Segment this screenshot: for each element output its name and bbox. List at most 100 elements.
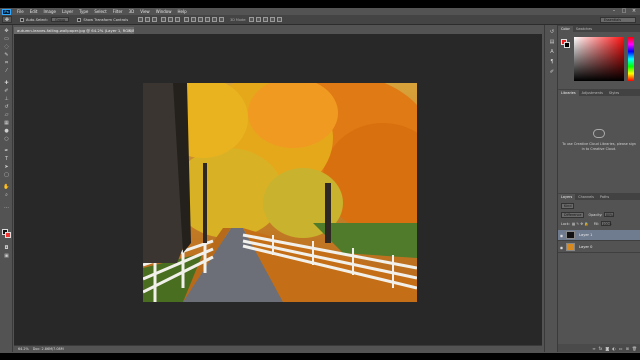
menu-view[interactable]: View xyxy=(140,9,150,14)
pen-tool-icon[interactable]: ✒ xyxy=(3,148,10,154)
distribute-vcenter-icon[interactable] xyxy=(191,17,197,22)
brush-tool-icon[interactable]: ✐ xyxy=(3,88,10,94)
tab-paths[interactable]: Paths xyxy=(597,194,612,200)
menu-file[interactable]: File xyxy=(17,9,24,14)
move-tool-icon[interactable]: ✥ xyxy=(3,28,10,34)
color-panel-background-swatch[interactable] xyxy=(564,42,570,48)
align-hcenter-icon[interactable] xyxy=(168,17,174,22)
auto-select-dropdown[interactable]: Group xyxy=(51,17,70,22)
visibility-eye-icon[interactable]: ◉ xyxy=(558,245,565,250)
distribute-top-icon[interactable] xyxy=(184,17,190,22)
menu-help[interactable]: Help xyxy=(177,9,186,14)
minimize-button[interactable]: – xyxy=(610,8,618,14)
menu-edit[interactable]: Edit xyxy=(30,9,38,14)
history-brush-tool-icon[interactable]: ↺ xyxy=(3,104,10,110)
3d-slide-icon[interactable] xyxy=(270,17,276,22)
blur-tool-icon[interactable]: ● xyxy=(3,128,10,134)
3d-rotate-icon[interactable] xyxy=(249,17,255,22)
3d-scale-icon[interactable] xyxy=(277,17,283,22)
workspace-switcher[interactable]: Essentials xyxy=(600,17,636,23)
layer-row-layer-0[interactable]: ◉ Layer 0 xyxy=(558,242,640,253)
distribute-left-icon[interactable] xyxy=(205,17,211,22)
tab-layers[interactable]: Layers xyxy=(558,194,576,200)
layer-row-layer-1[interactable]: ◉ Layer 1 xyxy=(558,230,640,241)
link-layers-icon[interactable]: ∞ xyxy=(592,346,595,351)
menu-3d[interactable]: 3D xyxy=(129,9,135,14)
history-panel-icon[interactable]: ↺ xyxy=(548,29,556,36)
hue-slider[interactable] xyxy=(628,37,634,81)
maximize-button[interactable]: □ xyxy=(620,8,628,14)
layer-name[interactable]: Layer 1 xyxy=(579,233,592,237)
document-image[interactable] xyxy=(143,83,417,302)
add-style-icon[interactable]: fx xyxy=(599,346,603,351)
auto-select-checkbox[interactable] xyxy=(20,17,24,22)
tab-color[interactable]: Color xyxy=(558,26,573,32)
zoom-level[interactable]: 64.2% xyxy=(18,347,29,351)
quick-select-tool-icon[interactable]: ✎ xyxy=(3,52,10,58)
shape-tool-icon[interactable]: ▢ xyxy=(3,172,10,178)
quick-mask-icon[interactable]: ◘ xyxy=(3,245,10,251)
tab-adjustments[interactable]: Adjustments xyxy=(579,90,606,96)
lasso-tool-icon[interactable]: ◌ xyxy=(3,44,10,50)
character-panel-icon[interactable]: A xyxy=(548,49,556,56)
document-tab-close-icon[interactable]: × xyxy=(128,27,134,34)
show-transform-checkbox[interactable] xyxy=(77,17,82,22)
blend-mode-dropdown[interactable]: Difference xyxy=(561,211,585,218)
background-color-swatch[interactable] xyxy=(5,232,11,238)
healing-brush-tool-icon[interactable]: ✚ xyxy=(3,80,10,86)
distribute-hcenter-icon[interactable] xyxy=(212,17,218,22)
opacity-field[interactable]: 80% xyxy=(604,212,615,217)
color-spectrum-field[interactable] xyxy=(574,37,624,81)
add-mask-icon[interactable]: ◙ xyxy=(605,346,609,351)
3d-roll-icon[interactable] xyxy=(256,17,262,22)
align-left-icon[interactable] xyxy=(161,17,167,22)
move-tool-preset-icon[interactable]: ✥ xyxy=(2,16,12,23)
screen-mode-icon[interactable]: ▣ xyxy=(3,253,10,259)
align-vcenter-icon[interactable] xyxy=(145,17,151,22)
tab-styles[interactable]: Styles xyxy=(606,90,622,96)
close-button[interactable]: × xyxy=(630,8,638,14)
crop-tool-icon[interactable]: ⌗ xyxy=(3,60,10,66)
dodge-tool-icon[interactable]: ○ xyxy=(3,136,10,142)
fill-field[interactable]: 100% xyxy=(601,221,612,226)
align-right-icon[interactable] xyxy=(175,17,181,22)
paragraph-panel-icon[interactable]: ¶ xyxy=(548,59,556,66)
path-select-tool-icon[interactable]: ➤ xyxy=(3,164,10,170)
status-bar: 64.2% Doc: 2.86M/7.08M xyxy=(14,345,542,352)
tab-channels[interactable]: Channels xyxy=(575,194,597,200)
layer-kind-filter[interactable]: Kind xyxy=(561,202,575,209)
delete-layer-icon[interactable]: 🗑 xyxy=(632,346,637,351)
eraser-tool-icon[interactable]: ▱ xyxy=(3,112,10,118)
menu-select[interactable]: Select xyxy=(94,9,106,14)
document-tab[interactable]: autumn-leaves-falling-wallpaper.jpg @ 64… xyxy=(14,27,134,34)
align-top-icon[interactable] xyxy=(138,17,144,22)
brush-panel-icon[interactable]: ✐ xyxy=(548,69,556,76)
3d-pan-icon[interactable] xyxy=(263,17,269,22)
new-layer-icon[interactable]: ⊞ xyxy=(626,346,629,351)
align-bottom-icon[interactable] xyxy=(152,17,158,22)
layer-name[interactable]: Layer 0 xyxy=(579,245,592,249)
menu-window[interactable]: Window xyxy=(156,9,172,14)
lock-icons[interactable]: ▦✎✥🔒 xyxy=(572,222,590,226)
type-tool-icon[interactable]: T xyxy=(3,156,10,162)
clone-stamp-tool-icon[interactable]: ⊥ xyxy=(3,96,10,102)
visibility-eye-icon[interactable]: ◉ xyxy=(558,233,565,238)
more-tools-icon[interactable]: … xyxy=(3,204,10,210)
menu-filter[interactable]: Filter xyxy=(113,9,123,14)
distribute-bottom-icon[interactable] xyxy=(198,17,204,22)
distribute-right-icon[interactable] xyxy=(219,17,225,22)
tab-swatches[interactable]: Swatches xyxy=(573,26,595,32)
hand-tool-icon[interactable]: ✋ xyxy=(3,184,10,190)
menu-image[interactable]: Image xyxy=(43,9,56,14)
zoom-tool-icon[interactable]: ⌕ xyxy=(3,192,10,198)
gradient-tool-icon[interactable]: ▦ xyxy=(3,120,10,126)
new-group-icon[interactable]: ▭ xyxy=(619,346,623,351)
marquee-tool-icon[interactable]: ▭ xyxy=(3,36,10,42)
menu-layer[interactable]: Layer xyxy=(62,9,73,14)
properties-panel-icon[interactable]: ▤ xyxy=(548,39,556,46)
canvas-area[interactable] xyxy=(14,34,542,345)
eyedropper-tool-icon[interactable]: ⁄ xyxy=(3,68,10,74)
menu-type[interactable]: Type xyxy=(79,9,88,14)
tab-libraries[interactable]: Libraries xyxy=(558,90,579,96)
new-adjustment-icon[interactable]: ◐ xyxy=(612,346,616,351)
